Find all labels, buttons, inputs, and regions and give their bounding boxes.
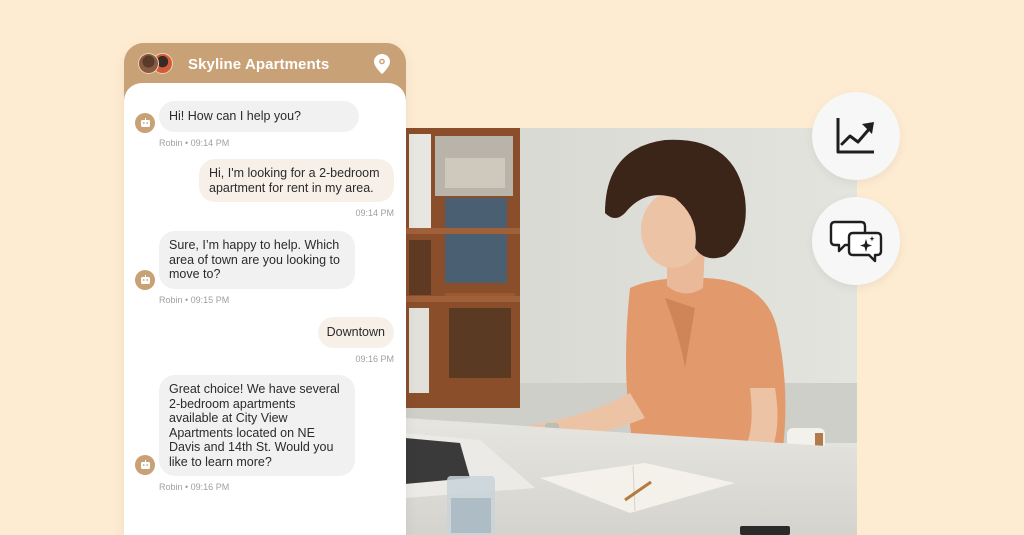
ai-chat-bubbles-icon (829, 220, 883, 263)
message-bot: Sure, I’m happy to help. Which area of t… (159, 231, 355, 305)
bot-avatar-icon (135, 270, 155, 290)
message-meta: Robin • 09:15 PM (159, 294, 230, 305)
hero-photo (405, 128, 857, 535)
message-bot: Great choice! We have several 2-bedroom … (159, 375, 355, 492)
trending-chart-icon (836, 118, 874, 154)
woman-at-laptop-photo (405, 128, 857, 535)
bot-avatar-icon (135, 113, 155, 133)
chat-header: Skyline Apartments (124, 43, 406, 85)
message-meta: Robin • 09:14 PM (159, 137, 230, 148)
chat-title: Skyline Apartments (188, 55, 330, 73)
agent-avatars (138, 52, 178, 76)
location-pin-icon[interactable] (372, 52, 392, 76)
message-bubble: Great choice! We have several 2-bedroom … (159, 375, 355, 476)
message-user: Downtown 09:16 PM (317, 317, 394, 364)
message-bubble: Downtown (317, 317, 394, 348)
bot-avatar-icon (135, 455, 155, 475)
message-list: Hi! How can I help you? Robin • 09:14 PM… (124, 83, 406, 535)
message-meta: Robin • 09:16 PM (159, 482, 230, 492)
ai-chat-button[interactable] (812, 197, 900, 285)
message-bubble: Hi, I'm looking for a 2-bedroom apartmen… (199, 159, 394, 202)
message-meta: 09:14 PM (355, 208, 394, 218)
message-meta: 09:16 PM (355, 353, 394, 364)
analytics-button[interactable] (812, 92, 900, 180)
message-bubble: Sure, I’m happy to help. Which area of t… (159, 231, 355, 289)
message-bubble: Hi! How can I help you? (159, 101, 359, 132)
chat-widget: Skyline Apartments Hi! How can I help yo… (124, 43, 406, 535)
message-user: Hi, I'm looking for a 2-bedroom apartmen… (199, 159, 394, 218)
agent-avatar-1 (138, 53, 159, 74)
message-bot: Hi! How can I help you? Robin • 09:14 PM (159, 101, 359, 148)
